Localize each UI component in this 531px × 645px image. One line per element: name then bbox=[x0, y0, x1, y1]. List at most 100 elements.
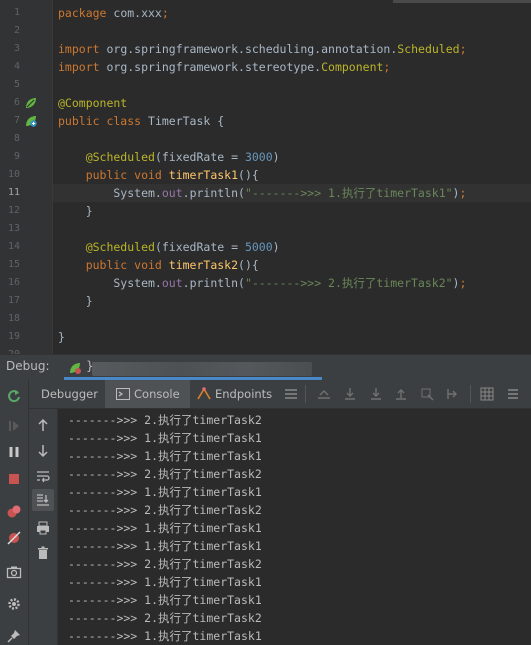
code-token: (){ bbox=[238, 258, 259, 272]
line-number: 19 bbox=[7, 331, 20, 342]
drop-frame-icon[interactable] bbox=[419, 386, 435, 402]
code-token: package bbox=[58, 6, 107, 20]
line-number: 7 bbox=[13, 115, 20, 126]
pin-icon[interactable] bbox=[6, 628, 22, 644]
code-line[interactable]: System.out.println("------->>> 1.执行了time… bbox=[58, 184, 531, 202]
code-line[interactable] bbox=[58, 76, 531, 94]
view-breakpoints-icon[interactable] bbox=[6, 504, 22, 520]
line-number: 1 bbox=[13, 7, 20, 18]
step-out-icon[interactable] bbox=[393, 386, 409, 402]
settings-gear-icon[interactable] bbox=[6, 596, 22, 612]
console-line: ------->>> 1.执行了timerTask1 bbox=[68, 593, 262, 607]
pause-icon[interactable] bbox=[6, 444, 22, 460]
line-number: 14 bbox=[7, 241, 20, 252]
toolbar-separator bbox=[470, 385, 471, 403]
code-line[interactable] bbox=[58, 130, 531, 148]
code-line[interactable] bbox=[58, 310, 531, 328]
line-number: 16 bbox=[7, 277, 20, 288]
print-icon[interactable] bbox=[35, 520, 51, 536]
redacted-session-name bbox=[92, 362, 312, 376]
stop-icon[interactable] bbox=[6, 471, 22, 487]
console-line: ------->>> 1.执行了timerTask1 bbox=[68, 539, 262, 553]
line-number: 15 bbox=[7, 259, 20, 270]
run-to-cursor-icon[interactable] bbox=[445, 386, 461, 402]
code-line[interactable]: @Scheduled(fixedRate = 5000) bbox=[58, 238, 531, 256]
code-line[interactable]: @Component bbox=[58, 94, 531, 112]
evaluate-expression-icon[interactable] bbox=[479, 386, 495, 402]
code-token: (fixedRate = bbox=[154, 150, 245, 164]
code-line[interactable]: } bbox=[58, 292, 531, 310]
code-token: } bbox=[58, 330, 65, 344]
console-line: ------->>> 2.执行了timerTask2 bbox=[68, 467, 262, 481]
console-output[interactable]: ------->>> 2.执行了timerTask2 ------->>> 1.执… bbox=[58, 409, 531, 645]
code-token: Scheduled bbox=[397, 42, 460, 56]
debug-label: Debug: bbox=[6, 359, 50, 373]
code-line[interactable]: } bbox=[58, 328, 531, 346]
editor-scrollbar[interactable] bbox=[393, 0, 531, 3]
code-token: out bbox=[161, 276, 183, 290]
scroll-up-icon[interactable] bbox=[35, 417, 51, 433]
menu-icon[interactable] bbox=[283, 386, 299, 402]
code-token: ) bbox=[272, 150, 280, 164]
code-token: ) bbox=[272, 240, 280, 254]
line-number: 18 bbox=[7, 313, 20, 324]
code-line[interactable]: } bbox=[58, 202, 531, 220]
console-line: ------->>> 1.执行了timerTask1 bbox=[68, 449, 262, 463]
resume-icon[interactable] bbox=[6, 418, 22, 434]
code-token: TimerTask { bbox=[141, 114, 225, 128]
step-into-icon[interactable] bbox=[368, 386, 384, 402]
code-line[interactable]: import org.springframework.scheduling.an… bbox=[58, 40, 531, 58]
code-token: System. bbox=[58, 276, 162, 290]
tab-debugger[interactable]: Debugger bbox=[41, 380, 98, 408]
code-token: @Scheduled bbox=[58, 240, 155, 254]
code-line[interactable]: public void timerTask2(){ bbox=[58, 256, 531, 274]
clear-all-trash-icon[interactable] bbox=[35, 545, 51, 561]
debug-actions-column bbox=[0, 380, 29, 645]
code-line[interactable]: public class TimerTask { bbox=[58, 112, 531, 130]
code-token: timerTask1 bbox=[168, 168, 239, 182]
rerun-icon[interactable] bbox=[6, 388, 22, 404]
console-line: ------->>> 2.执行了timerTask2 bbox=[68, 557, 262, 571]
code-line[interactable]: System.out.println("------->>> 2.执行了time… bbox=[58, 274, 531, 292]
code-editor[interactable]: 1234567891011121314151617181920 package … bbox=[0, 0, 531, 354]
show-execution-point-icon[interactable] bbox=[316, 386, 332, 402]
code-token: public void bbox=[58, 168, 169, 182]
debug-toolbar: Debugger Console Endpoints bbox=[0, 380, 531, 409]
code-token: ; bbox=[383, 60, 391, 74]
line-number: 12 bbox=[7, 205, 20, 216]
code-token: ; bbox=[459, 276, 467, 290]
step-over-icon[interactable] bbox=[342, 386, 358, 402]
code-token: .println( bbox=[182, 186, 245, 200]
console-line: ------->>> 1.执行了timerTask1 bbox=[68, 431, 262, 445]
console-line: ------->>> 1.执行了timerTask1 bbox=[68, 575, 262, 589]
line-number: 20 bbox=[0, 346, 20, 354]
soft-wrap-icon[interactable] bbox=[35, 468, 51, 484]
code-line[interactable] bbox=[58, 220, 531, 238]
code-line[interactable]: public void timerTask1(){ bbox=[58, 166, 531, 184]
code-token: import bbox=[58, 42, 100, 56]
line-number: 8 bbox=[13, 133, 20, 144]
gutter-separator bbox=[52, 0, 53, 354]
code-line[interactable] bbox=[58, 346, 531, 354]
code-line[interactable]: import org.springframework.stereotype.Co… bbox=[58, 58, 531, 76]
console-line: ------->>> 1.执行了timerTask1 bbox=[68, 629, 262, 643]
code-token: @Component bbox=[58, 96, 128, 110]
code-token: out bbox=[161, 186, 183, 200]
code-line[interactable] bbox=[58, 22, 531, 40]
mute-breakpoints-icon[interactable] bbox=[6, 530, 22, 546]
code-token: org.springframework.scheduling.annotatio… bbox=[99, 42, 398, 56]
scroll-to-end-icon[interactable] bbox=[35, 492, 51, 508]
console-line: ------->>> 2.执行了timerTask2 bbox=[68, 503, 262, 517]
console-line: ------->>> 1.执行了timerTask1 bbox=[68, 485, 262, 499]
code-line[interactable]: @Scheduled(fixedRate = 3000) bbox=[58, 148, 531, 166]
code-line[interactable]: package com.xxx; bbox=[58, 4, 531, 22]
camera-icon[interactable] bbox=[6, 564, 22, 580]
tab-console[interactable]: Console bbox=[134, 380, 180, 408]
spring-bean-navigate-icon[interactable] bbox=[24, 114, 38, 128]
scroll-down-icon[interactable] bbox=[35, 443, 51, 459]
trace-icon[interactable] bbox=[505, 386, 521, 402]
tab-endpoints[interactable]: Endpoints bbox=[215, 380, 272, 408]
spring-bean-icon[interactable] bbox=[24, 96, 38, 110]
line-number: 4 bbox=[13, 61, 20, 72]
line-number: 11 bbox=[7, 187, 20, 198]
